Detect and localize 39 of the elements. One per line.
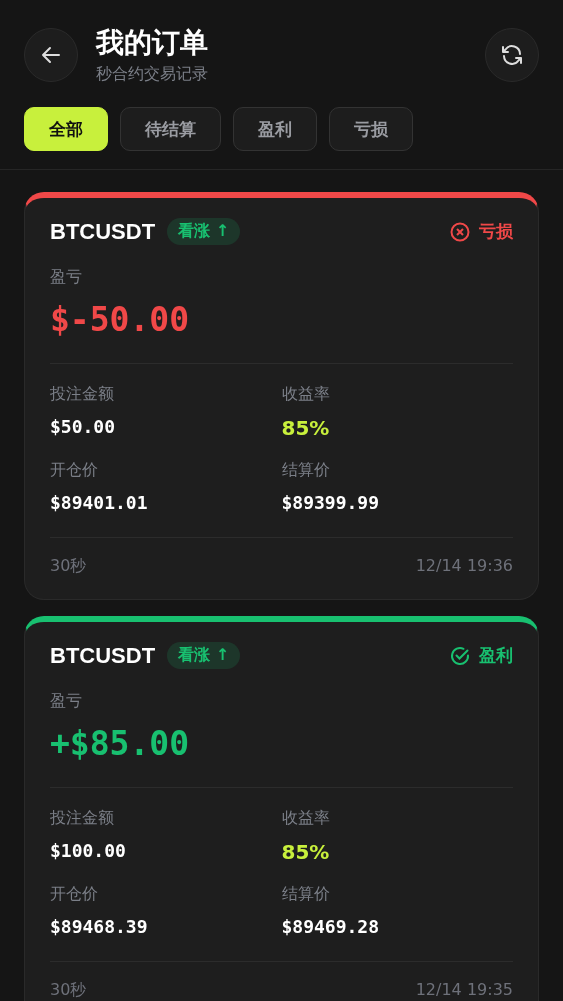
page-subtitle: 秒合约交易记录: [96, 64, 209, 85]
pnl-value: +$85.00: [50, 724, 191, 763]
result-status: 亏损: [479, 220, 513, 243]
filter-tab[interactable]: 待结算: [120, 107, 221, 151]
field-value: $100.00: [50, 840, 127, 861]
field-label: 结算价: [281, 884, 331, 905]
pnl-label: 盈亏: [50, 691, 83, 712]
field-value: $89399.99: [281, 492, 381, 513]
result-status: 盈利: [479, 644, 513, 667]
field-value: 85%: [281, 840, 331, 864]
field-label: 收益率: [281, 384, 331, 405]
field-value: $89401.01: [50, 492, 149, 513]
field-label: 收益率: [281, 808, 331, 829]
field-value: 85%: [281, 416, 331, 440]
direction-tag: 看涨 ↑: [167, 218, 241, 245]
pnl-label: 盈亏: [50, 267, 83, 288]
duration-text: 30秒: [50, 556, 87, 577]
filter-tab[interactable]: 盈利: [233, 107, 317, 151]
field-value: $89469.28: [281, 916, 381, 937]
duration-text: 30秒: [50, 980, 87, 1001]
refresh-icon: [500, 42, 524, 67]
pnl-value: $-50.00: [50, 300, 191, 339]
field-label: 投注金额: [50, 384, 115, 405]
direction-tag: 看涨 ↑: [167, 642, 241, 669]
filter-tab[interactable]: 亏损: [329, 107, 413, 151]
close-circle-icon: [450, 221, 470, 242]
field-label: 投注金额: [50, 808, 115, 829]
order-time: 12/14 19:35: [415, 980, 513, 1001]
field-label: 结算价: [281, 460, 331, 481]
symbol-text: BTCUSDT: [50, 218, 156, 245]
field-label: 开仓价: [50, 460, 99, 481]
field-label: 开仓价: [50, 884, 99, 905]
order-time: 12/14 19:36: [415, 556, 513, 577]
symbol-text: BTCUSDT: [50, 642, 156, 669]
page-title: 我的订单: [96, 25, 209, 61]
filter-tab[interactable]: 全部: [24, 107, 108, 151]
field-value: $50.00: [50, 416, 117, 437]
check-circle-icon: [450, 645, 470, 666]
field-value: $89468.39: [50, 916, 149, 937]
